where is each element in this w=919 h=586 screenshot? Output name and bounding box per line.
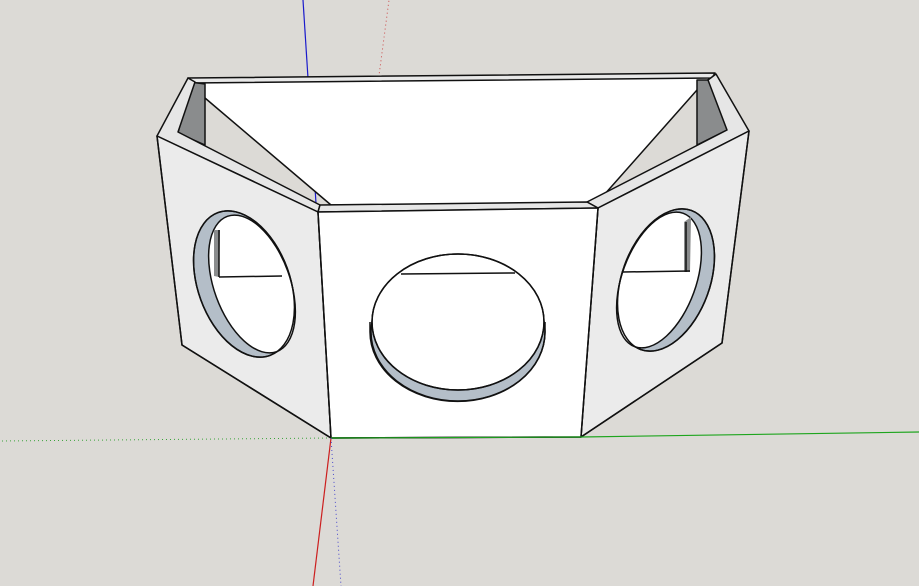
- viewport-canvas[interactable]: [0, 0, 919, 586]
- right-hole-inner-shadow: [684, 217, 691, 272]
- front-hole-interior: [371, 253, 545, 391]
- speaker-box-model[interactable]: [156, 72, 750, 439]
- left-hole-inner-edge: [218, 275, 283, 278]
- right-hole-inner-edge: [622, 270, 691, 273]
- front-speaker-hole[interactable]: [369, 253, 546, 403]
- front-hole-inner-edge: [400, 272, 516, 275]
- 3d-viewport[interactable]: [0, 0, 919, 586]
